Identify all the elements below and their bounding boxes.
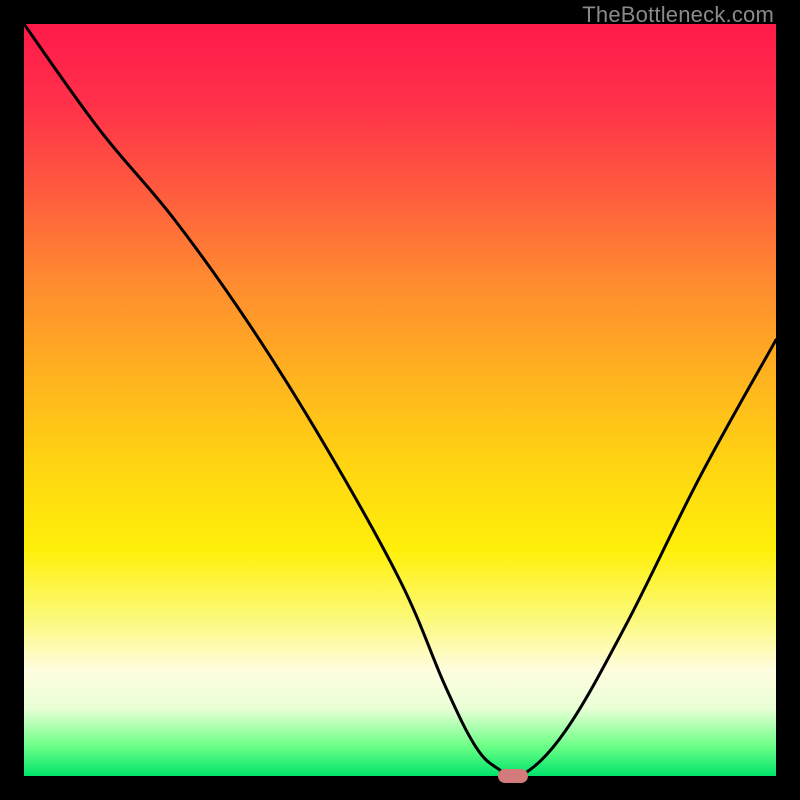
chart-line [24, 24, 776, 776]
chart-marker [498, 769, 528, 783]
